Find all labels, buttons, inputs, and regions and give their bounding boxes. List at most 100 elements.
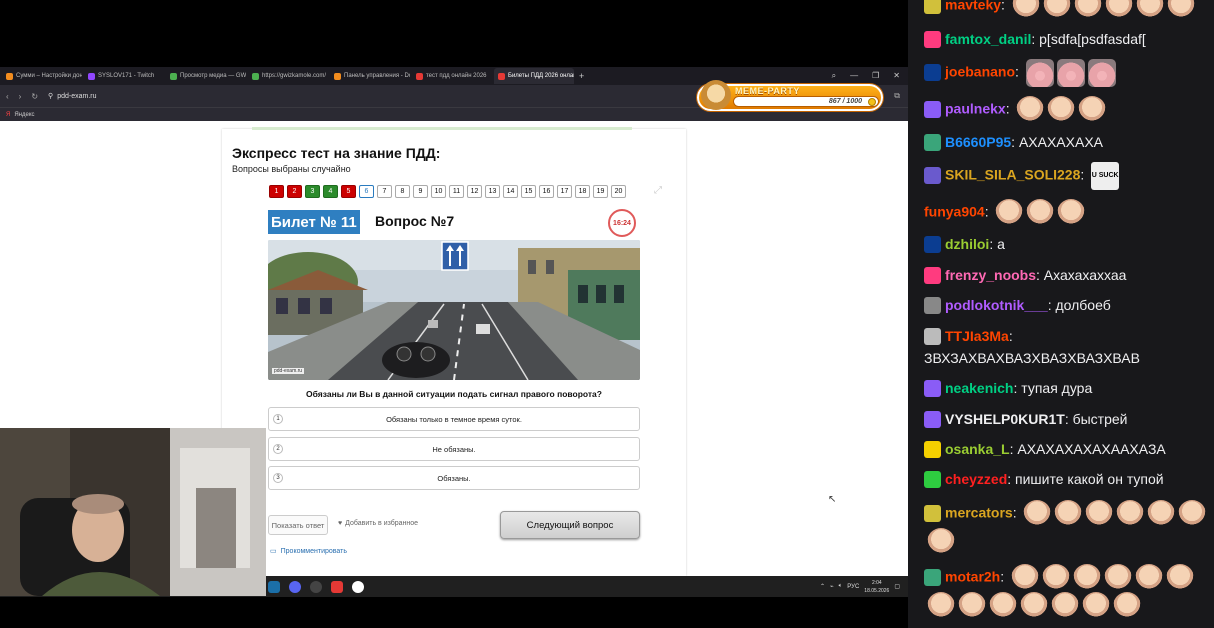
bald-head-emote-icon[interactable] [1113,592,1141,620]
discord-icon[interactable] [289,580,301,593]
extensions-icon[interactable]: ⧉ [894,91,900,101]
bald-head-emote-icon[interactable] [1042,564,1071,592]
bald-head-emote-icon[interactable] [927,528,955,556]
yandex-browser-icon[interactable] [352,580,364,593]
question-number-button[interactable]: 3 [305,185,320,198]
tray-expand-icon[interactable]: ⌃ [820,583,825,590]
bald-head-emote-icon[interactable] [1073,0,1102,20]
bald-head-emote-icon[interactable] [1020,592,1048,620]
bald-head-emote-icon[interactable] [1051,592,1079,620]
bald-head-emote-icon[interactable] [1166,0,1195,20]
question-number-button[interactable]: 14 [503,185,518,198]
chat-username[interactable]: podlokotnik___ [945,297,1048,313]
bald-head-emote-icon[interactable] [927,592,955,620]
chat-badge-icon[interactable] [924,166,941,184]
chat-username[interactable]: joebanano [945,64,1015,80]
question-number-button[interactable]: 16 [539,185,554,198]
chat-badge-icon[interactable] [924,327,941,345]
bald-head-emote-icon[interactable] [1135,0,1164,20]
question-number-button[interactable]: 9 [413,185,428,198]
question-number-button[interactable]: 2 [287,185,302,198]
chat-username[interactable]: frenzy_noobs [945,267,1036,283]
language-indicator[interactable]: РУС [847,584,859,590]
browser-tab[interactable]: Сумми – Настройки дон [2,68,82,84]
question-number-button[interactable]: 6 [359,185,374,198]
bald-head-emote-icon[interactable] [1085,500,1114,528]
chat-badge-icon[interactable] [924,379,941,397]
chat-badge-icon[interactable] [924,0,941,14]
volume-icon[interactable]: 🔈︎ [839,583,843,590]
next-question-button[interactable]: Следующий вопрос [500,511,640,539]
question-number-button[interactable]: 15 [521,185,536,198]
chat-badge-icon[interactable] [924,30,941,48]
bald-head-emote-icon[interactable] [1104,564,1133,592]
bald-head-emote-icon[interactable] [1057,199,1086,227]
browser-app-icon[interactable] [331,580,343,593]
obs-icon[interactable] [310,580,322,593]
answer-option-1[interactable]: 1 Обязаны только в темное время суток. [268,407,640,431]
question-number-button[interactable]: 1 [269,185,284,198]
browser-tab[interactable]: https://gwizkamole.com/ [248,68,328,84]
answer-option-2[interactable]: 2 Не обязаны. [268,437,640,461]
bald-head-emote-icon[interactable] [1054,500,1083,528]
chat-username[interactable]: mercators [945,505,1013,521]
browser-tab[interactable]: Просмотр медиа — GWI [166,68,246,84]
forward-icon[interactable]: › [19,92,22,101]
address-bar[interactable]: ⚲ pdd-exam.ru [48,92,96,101]
question-number-button[interactable]: 5 [341,185,356,198]
chat-badge-icon[interactable] [924,235,941,253]
clock[interactable]: 2:04 18.05.2026 [864,579,889,595]
question-number-button[interactable]: 13 [485,185,500,198]
bald-head-emote-icon[interactable] [995,199,1024,227]
reload-icon[interactable]: ↻ [31,92,38,101]
bald-head-emote-icon[interactable] [958,592,986,620]
bald-head-emote-icon[interactable] [1116,500,1145,528]
minimize-icon[interactable]: — [850,71,858,81]
chat-badge-icon[interactable] [924,410,941,428]
bald-head-emote-icon[interactable] [1011,0,1040,20]
question-number-button[interactable]: 4 [323,185,338,198]
question-number-button[interactable]: 7 [377,185,392,198]
bald-head-emote-icon[interactable] [1082,592,1110,620]
chat-username[interactable]: cheyzzed [945,471,1007,487]
bookmark-yandex[interactable]: Яндекс [14,112,34,118]
back-icon[interactable]: ‹ [6,92,9,101]
question-number-button[interactable]: 8 [395,185,410,198]
chat-username[interactable]: neakenich [945,380,1013,396]
bald-head-emote-icon[interactable] [1023,500,1052,528]
browser-tab[interactable]: Панель управления - Do [330,68,410,84]
chat-badge-icon[interactable] [924,470,941,488]
question-number-button[interactable]: 18 [575,185,590,198]
bald-head-emote-icon[interactable] [1135,564,1164,592]
bald-head-emote-icon[interactable] [1078,96,1107,124]
bald-head-emote-icon[interactable] [1011,564,1040,592]
chat-badge-icon[interactable] [924,440,941,458]
pig-emote-icon[interactable] [1025,59,1054,87]
bald-head-emote-icon[interactable] [1073,564,1102,592]
chat-username[interactable]: B6660P95 [945,134,1011,150]
steam-icon[interactable] [268,580,280,593]
chat-badge-icon[interactable] [924,296,941,314]
chat-badge-icon[interactable] [924,568,941,586]
chat-username[interactable]: dzhiloi [945,236,989,252]
u-suck-emote-icon[interactable]: U SUCK [1091,162,1120,190]
site-info-icon[interactable]: ⚲ [48,92,53,100]
new-tab-button[interactable]: + [574,71,589,81]
browser-tab[interactable]: Билеты ПДД 2026 онлай [494,68,574,84]
chat-username[interactable]: motar2h [945,569,1000,585]
bald-head-emote-icon[interactable] [1016,96,1045,124]
pig-emote-icon[interactable] [1087,59,1116,87]
answer-option-3[interactable]: 3 Обязаны. [268,466,640,490]
chat-username[interactable]: osanka_L [945,441,1010,457]
pig-emote-icon[interactable] [1056,59,1085,87]
chat-username[interactable]: VYSHELP0KUR1T [945,411,1065,427]
chat-username[interactable]: funya904 [924,204,985,220]
chat-badge-icon[interactable] [924,504,941,522]
bald-head-emote-icon[interactable] [1104,0,1133,20]
notifications-icon[interactable]: ▢ [894,583,900,590]
search-tabs-icon[interactable]: ⌕ [832,71,836,81]
question-number-button[interactable]: 19 [593,185,608,198]
chat-username[interactable]: paulnekx [945,101,1006,117]
fullscreen-icon[interactable]: ⤢ [654,185,662,196]
add-to-favorites-link[interactable]: ♥ Добавить в избранное [338,520,418,527]
